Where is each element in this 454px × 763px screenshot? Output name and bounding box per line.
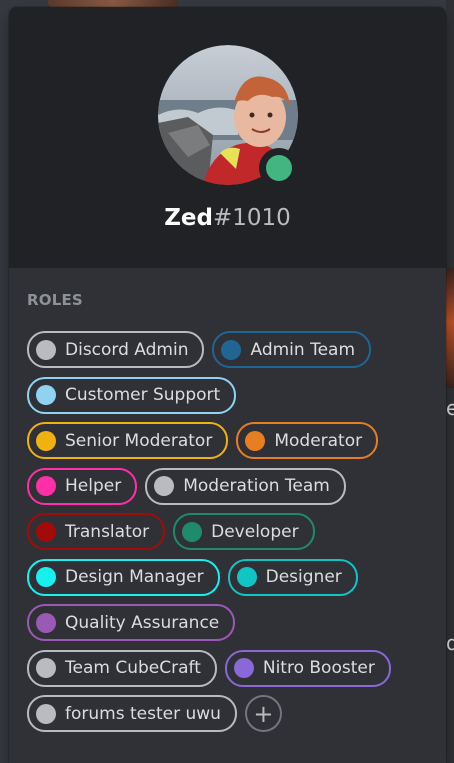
role-row: Senior Moderator Moderator [27,422,432,459]
avatar-container[interactable] [158,45,299,188]
role-nitro-booster[interactable]: Nitro Booster [224,649,391,687]
role-row: forums tester uwu + [27,695,432,732]
background-text-fragment: e [446,396,454,420]
discriminator: #1010 [212,205,291,231]
role-row: Translator Developer [27,513,432,550]
background-image-edge [446,268,454,388]
role-helper[interactable]: Helper [27,467,138,505]
role-name: Nitro Booster [262,658,375,678]
add-role-button[interactable]: + [244,695,282,732]
role-name: Designer [265,567,342,587]
role-color-dot-icon[interactable] [36,339,56,360]
role-color-dot-icon[interactable] [233,658,254,678]
role-customer-support[interactable]: Customer Support [27,376,237,414]
role-name: Helper [65,476,122,496]
role-name: Customer Support [65,385,221,405]
role-row: Quality Assurance [27,604,432,641]
online-status-icon [266,155,292,181]
role-admin-team[interactable]: Admin Team [212,331,371,368]
role-color-dot-icon[interactable] [36,476,56,496]
role-forums-tester-uwu[interactable]: forums tester uwu [27,695,237,732]
role-color-dot-icon[interactable] [36,612,56,633]
role-color-dot-icon[interactable] [36,385,56,405]
user-profile-popout: Zed#1010 ROLES Discord Admin Admin Team Cu… [9,7,446,763]
roles-section-title: ROLES [27,291,83,309]
username: Zed [164,205,213,231]
role-designer[interactable]: Designer [227,558,358,596]
role-name: Admin Team [250,339,355,360]
role-name: Team CubeCraft [65,658,201,678]
role-translator[interactable]: Translator [27,513,166,550]
role-name: Moderation Team [183,476,330,496]
role-discord-admin[interactable]: Discord Admin [27,331,205,368]
role-name: forums tester uwu [65,703,221,724]
role-row: Customer Support [27,376,432,414]
role-name: Quality Assurance [65,612,220,633]
role-row: Design Manager Designer [27,558,432,596]
role-color-dot-icon[interactable] [182,521,203,542]
role-moderation-team[interactable]: Moderation Team [145,467,346,505]
role-row: Helper Moderation Team [27,467,432,505]
role-name: Discord Admin [65,339,189,360]
role-row: Discord Admin Admin Team [27,331,432,368]
profile-header: Zed#1010 [9,7,446,268]
role-color-dot-icon[interactable] [36,521,56,542]
role-name: Senior Moderator [65,430,213,451]
role-color-dot-icon[interactable] [154,476,175,496]
profile-body: ROLES Discord Admin Admin Team Customer Su… [9,268,446,763]
role-team-cubecraft[interactable]: Team CubeCraft [27,649,217,687]
background-text-fragment: d [446,631,454,655]
role-name: Developer [211,521,299,542]
role-color-dot-icon[interactable] [36,658,56,678]
user-name-tag[interactable]: Zed#1010 [9,203,446,233]
role-color-dot-icon[interactable] [221,339,242,360]
role-color-dot-icon[interactable] [36,703,56,724]
role-row: Team CubeCraft Nitro Booster [27,649,432,687]
roles-list: Discord Admin Admin Team Customer Support S… [27,331,432,741]
role-senior-moderator[interactable]: Senior Moderator [27,422,229,459]
role-color-dot-icon[interactable] [245,430,266,451]
role-color-dot-icon[interactable] [36,430,56,451]
role-quality-assurance[interactable]: Quality Assurance [27,604,236,641]
role-name: Translator [65,521,150,542]
role-design-manager[interactable]: Design Manager [27,558,220,596]
role-color-dot-icon[interactable] [36,567,56,587]
role-color-dot-icon[interactable] [236,567,257,587]
role-developer[interactable]: Developer [173,513,315,550]
plus-icon: + [253,699,274,728]
role-name: Design Manager [65,567,204,587]
status-indicator [259,148,299,188]
role-name: Moderator [274,430,363,451]
role-moderator[interactable]: Moderator [236,422,379,459]
